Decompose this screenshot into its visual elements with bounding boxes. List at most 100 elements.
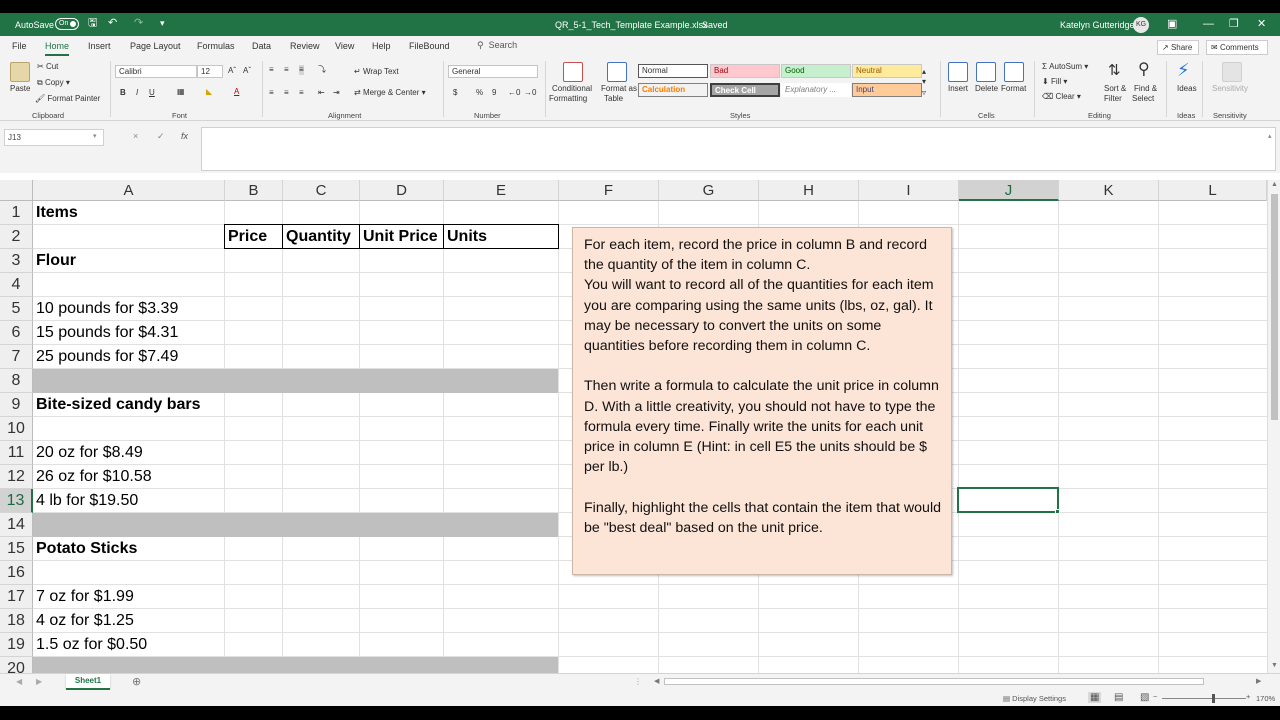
fill-button[interactable]: ⬇ Fill ▾ — [1042, 77, 1067, 87]
vertical-scroll-thumb[interactable] — [1271, 194, 1278, 420]
align-center-icon[interactable]: ≡ — [284, 88, 289, 98]
tab-split-handle-icon[interactable]: ⋮ — [634, 677, 642, 686]
tab-filebound[interactable]: FileBound — [409, 41, 450, 51]
align-middle-icon[interactable]: ≡ — [284, 65, 289, 75]
find-select-label-1[interactable]: Find & — [1134, 84, 1157, 94]
tab-insert[interactable]: Insert — [88, 41, 111, 51]
row-header-6[interactable]: 6 — [0, 321, 33, 345]
format-cells-icon[interactable] — [1004, 62, 1024, 82]
increase-decimal-icon[interactable]: ←0 — [508, 88, 520, 98]
sensitivity-icon[interactable] — [1222, 62, 1242, 82]
vertical-scrollbar[interactable]: ▲ ▼ — [1267, 180, 1280, 673]
decrease-decimal-icon[interactable]: →0 — [524, 88, 536, 98]
cell-d2[interactable]: Unit Price — [360, 225, 438, 249]
styles-more-icon[interactable]: ▿ — [922, 88, 926, 98]
cut-button[interactable]: ✂ Cut — [37, 62, 58, 72]
close-icon[interactable]: ✕ — [1257, 17, 1266, 31]
customize-qat-icon[interactable]: ▾ — [160, 17, 165, 29]
tab-page-layout[interactable]: Page Layout — [130, 41, 181, 51]
row-header-4[interactable]: 4 — [0, 273, 33, 297]
page-break-view-icon[interactable]: ▧ — [1140, 692, 1149, 703]
row-header-17[interactable]: 17 — [0, 585, 33, 609]
fill-color-icon[interactable]: ◣ — [206, 87, 212, 97]
scroll-right-icon[interactable]: ▶ — [1256, 677, 1261, 685]
zoom-slider-track[interactable] — [1162, 698, 1246, 699]
row-header-19[interactable]: 19 — [0, 633, 33, 657]
fill-handle[interactable] — [1055, 509, 1060, 514]
orientation-icon[interactable]: ⤵ — [318, 65, 326, 75]
cell-a12[interactable]: 26 oz for $10.58 — [33, 465, 152, 489]
cell-e2[interactable]: Units — [444, 225, 487, 249]
delete-cells-label[interactable]: Delete — [975, 84, 998, 94]
borders-icon[interactable]: ▦ — [177, 87, 185, 97]
percent-button[interactable]: % — [476, 88, 483, 98]
autosum-button[interactable]: Σ AutoSum ▾ — [1042, 62, 1088, 72]
row-header-5[interactable]: 5 — [0, 297, 33, 321]
tab-formulas[interactable]: Formulas — [197, 41, 235, 51]
column-header-g[interactable]: G — [659, 180, 759, 201]
merge-center-button[interactable]: ⇄ Merge & Center ▾ — [354, 88, 426, 98]
scroll-left-icon[interactable]: ◀ — [654, 677, 659, 685]
enter-icon[interactable]: ✓ — [157, 131, 165, 142]
column-header-j[interactable]: J — [959, 180, 1059, 201]
conditional-formatting-label-1[interactable]: Conditional — [552, 84, 592, 94]
font-size-select[interactable]: 12 — [197, 65, 223, 78]
select-all-corner[interactable] — [0, 180, 33, 201]
normal-view-icon[interactable]: ▦ — [1088, 692, 1102, 703]
tab-file[interactable]: File — [12, 41, 27, 51]
sort-filter-label-2[interactable]: Filter — [1104, 94, 1122, 104]
cell-a7[interactable]: 25 pounds for $7.49 — [33, 345, 178, 369]
undo-icon[interactable]: ↶ — [108, 17, 117, 29]
user-name[interactable]: Katelyn Gutteridge — [1060, 19, 1135, 31]
formula-input[interactable] — [201, 127, 1276, 171]
sheet-tab-sheet1[interactable]: Sheet1 — [66, 674, 110, 690]
paste-icon[interactable] — [10, 62, 30, 82]
display-settings-button[interactable]: ▤ Display Settings — [1003, 694, 1066, 703]
insert-cells-label[interactable]: Insert — [948, 84, 968, 94]
style-neutral[interactable]: Neutral — [852, 64, 922, 78]
next-sheet-icon[interactable]: ▶ — [36, 677, 42, 686]
delete-cells-icon[interactable] — [976, 62, 996, 82]
currency-button[interactable]: $ — [453, 88, 457, 98]
scroll-up-icon[interactable]: ▲ — [1271, 181, 1278, 188]
scroll-down-icon[interactable]: ▼ — [1271, 662, 1278, 669]
align-bottom-icon[interactable]: ≡ — [299, 65, 304, 75]
clear-button[interactable]: ⌫ Clear ▾ — [1042, 92, 1081, 102]
row-header-15[interactable]: 15 — [0, 537, 33, 561]
find-select-label-2[interactable]: Select — [1132, 94, 1154, 104]
cell-a15[interactable]: Potato Sticks — [33, 537, 137, 561]
column-header-k[interactable]: K — [1059, 180, 1159, 201]
cell-a13[interactable]: 4 lb for $19.50 — [33, 489, 138, 513]
tab-help[interactable]: Help — [372, 41, 391, 51]
shrink-font-icon[interactable]: Aˇ — [243, 66, 251, 76]
indent-icon[interactable]: ⇤ — [318, 88, 325, 98]
row-header-20[interactable]: 20 — [0, 657, 33, 673]
font-name-select[interactable]: Calibri — [115, 65, 197, 78]
minimize-icon[interactable]: — — [1203, 17, 1214, 31]
style-check-cell[interactable]: Check Cell — [710, 83, 780, 97]
zoom-level[interactable]: 170% — [1256, 694, 1275, 703]
style-normal[interactable]: Normal — [638, 64, 708, 78]
ribbon-display-icon[interactable]: ▣ — [1167, 17, 1177, 31]
share-button[interactable]: ↗ Share — [1157, 40, 1199, 55]
cell-a3[interactable]: Flour — [33, 249, 76, 273]
restore-icon[interactable]: ❐ — [1229, 17, 1239, 31]
style-bad[interactable]: Bad — [710, 64, 780, 78]
worksheet-grid[interactable]: A B C D E F G H I J K L 1 2 3 4 5 6 7 8 … — [0, 180, 1267, 673]
cell-a6[interactable]: 15 pounds for $4.31 — [33, 321, 178, 345]
number-format-select[interactable]: General — [448, 65, 538, 78]
horizontal-scrollbar[interactable]: ◀ ▶ — [652, 676, 1268, 687]
find-select-icon[interactable]: ⚲ — [1138, 61, 1150, 79]
row-header-12[interactable]: 12 — [0, 465, 33, 489]
column-header-e[interactable]: E — [444, 180, 559, 201]
collapse-formula-bar-icon[interactable]: ▴ — [1268, 132, 1272, 140]
comments-button[interactable]: ✉ Comments — [1206, 40, 1268, 55]
font-color-icon[interactable]: A — [234, 87, 239, 97]
row-header-7[interactable]: 7 — [0, 345, 33, 369]
row-header-11[interactable]: 11 — [0, 441, 33, 465]
cell-b2[interactable]: Price — [225, 225, 267, 249]
row-header-1[interactable]: 1 — [0, 201, 33, 225]
row-header-18[interactable]: 18 — [0, 609, 33, 633]
style-input[interactable]: Input — [852, 83, 922, 97]
active-cell-j13[interactable] — [957, 487, 1059, 513]
